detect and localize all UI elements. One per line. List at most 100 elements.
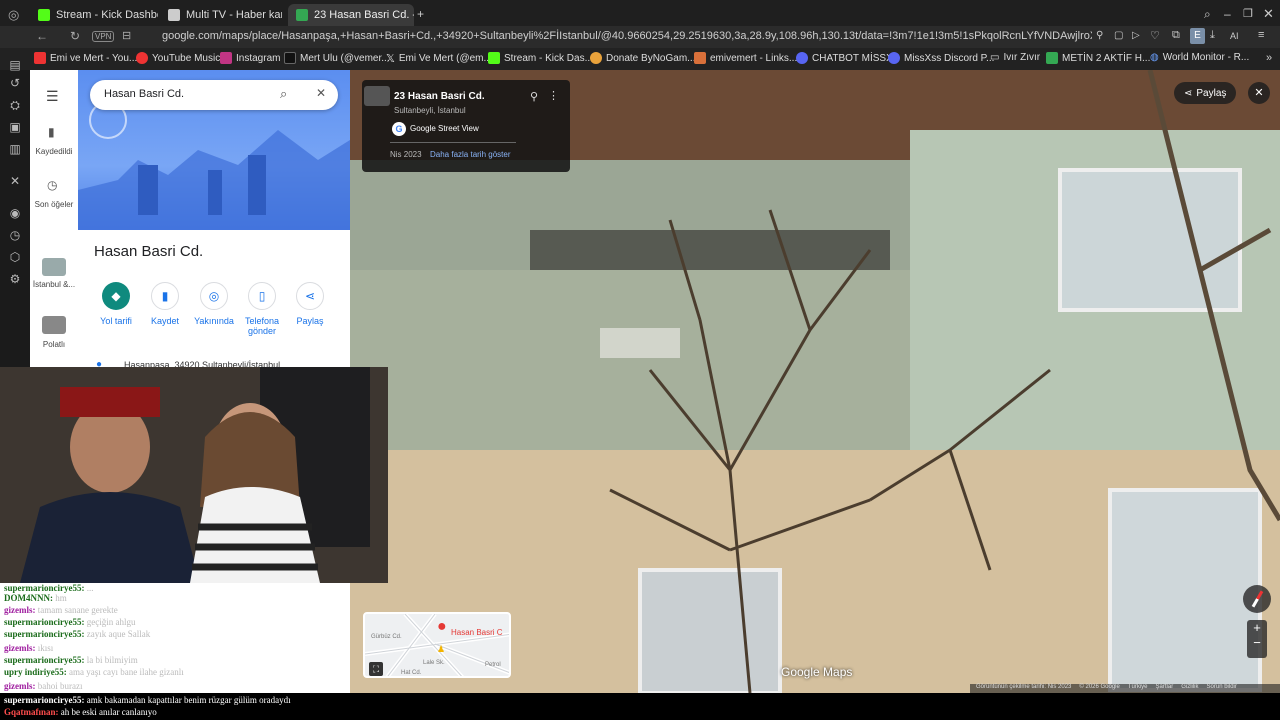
history-icon[interactable]: ↺ [8, 76, 22, 90]
bookmark-item[interactable]: MissXss Discord P... [888, 52, 994, 64]
close-street-view-icon[interactable]: ✕ [1248, 82, 1270, 104]
new-tab-button[interactable]: + [417, 7, 424, 21]
capture-date: Nis 2023 [390, 150, 422, 159]
site-info-icon[interactable]: ⊟ [122, 29, 131, 42]
ai-button[interactable]: AI [1230, 31, 1239, 41]
share-icon: ⋖ [1184, 87, 1193, 99]
record-icon[interactable]: ◉ [8, 206, 22, 220]
zoom-in-button[interactable]: + [1247, 620, 1267, 635]
bookmark-item[interactable]: emivemert - Links... [694, 52, 797, 64]
chat-message: upry indiriye55: ama yaşı cayı bane ilah… [4, 667, 184, 677]
reload-icon[interactable]: ↻ [70, 29, 80, 43]
save-button[interactable]: ▮ Kaydet [137, 282, 193, 326]
play-icon[interactable]: ▷ [1132, 30, 1140, 41]
chat-message: Gqatmafınan: ah be eski anılar canlanıyo [4, 707, 157, 717]
recent-label[interactable]: Son öğeler [32, 200, 76, 209]
istanbul-thumbnail[interactable] [42, 258, 66, 276]
folder-icon: ▭ [990, 52, 1000, 63]
report-problem-link[interactable]: Sorun bildir [1207, 684, 1237, 693]
share-street-view-button[interactable]: ⋖ Paylaş [1174, 82, 1237, 104]
profile-avatar[interactable]: E [1190, 28, 1205, 44]
expand-map-icon[interactable]: ⛶ [369, 662, 383, 676]
minimap-street: Gürbüz Cd. [371, 634, 402, 640]
vpn-badge[interactable]: VPN [92, 31, 115, 42]
bookmark-item[interactable]: ◍ World Monitor - R... [1150, 52, 1249, 63]
minimap-label: Hasan Basri C [451, 628, 503, 637]
location-pin-icon[interactable]: ⚲ [530, 90, 538, 103]
puzzle-icon[interactable]: ⬡ [8, 250, 22, 264]
bookmark-item[interactable]: Instagram [220, 52, 280, 64]
bookmark-icon[interactable]: ▮ [48, 125, 55, 139]
bookmark-item[interactable]: CHATBOT MİSSX [796, 52, 893, 64]
zoom-out-button[interactable]: − [1247, 635, 1267, 650]
terms-link[interactable]: Şartlar [1156, 684, 1174, 693]
chat-message: supermarioncirye55: zayık aque Sallak [4, 629, 151, 639]
kick-icon [38, 9, 50, 21]
more-options-icon[interactable]: ⋮ [548, 89, 559, 102]
tab-google-maps[interactable]: 23 Hasan Basri Cd. - Goog [288, 4, 414, 26]
polatli-thumbnail[interactable] [42, 316, 66, 334]
share-button[interactable]: ⋖ Paylaş [282, 282, 338, 326]
bookmark-item[interactable]: Mert Ulu (@vemer... [284, 52, 390, 64]
settings-icon[interactable]: ⚙ [8, 272, 22, 286]
wallet-icon[interactable]: ▤ [8, 58, 22, 72]
search-input[interactable]: Hasan Basri Cd. [104, 88, 184, 100]
place-panel: Hasan Basri Cd. ⌕ ✕ Hasan Basri Cd. ◆ Yo… [78, 70, 350, 370]
bookmark-icon: ▮ [151, 282, 179, 310]
hamburger-menu-icon[interactable]: ☰ [46, 88, 59, 105]
download-icon[interactable]: ⤓ [1210, 29, 1215, 42]
search-tabs-icon[interactable]: ⌕ [1204, 7, 1211, 22]
back-icon[interactable]: ← [36, 29, 48, 43]
menu-icon[interactable]: ≡ [1258, 29, 1264, 41]
polatli-label[interactable]: Polatlı [32, 340, 76, 349]
minimize-icon[interactable]: – [1224, 7, 1231, 21]
image-icon[interactable]: ▣ [8, 120, 22, 134]
compass-icon[interactable] [1243, 585, 1271, 613]
clock-icon[interactable]: ◷ [8, 228, 22, 242]
x-sidebar-icon[interactable]: ✕ [8, 174, 22, 188]
close-window-icon[interactable]: ✕ [1263, 6, 1274, 22]
tab-multi-tv[interactable]: Multi TV - Haber kanalları [160, 4, 282, 26]
minimap[interactable]: ● Hasan Basri C Gürbüz Cd. Lale Sk. Hat … [363, 612, 511, 678]
minimap-street: Hat Cd. [401, 670, 422, 676]
discord-icon [888, 52, 900, 64]
tab-label: Multi TV - Haber kanalları [186, 9, 282, 21]
m-icon[interactable]: ▥ [8, 142, 22, 156]
recent-icon[interactable]: ◷ [47, 178, 57, 192]
chat-message: gizemls: ıkısı [4, 643, 54, 653]
location-marker-icon: ● [437, 618, 447, 635]
search-box[interactable]: Hasan Basri Cd. ⌕ ✕ [90, 80, 338, 110]
kick-icon [488, 52, 500, 64]
directions-button[interactable]: ◆ Yol tarifi [88, 282, 144, 326]
maximize-icon[interactable]: ❐ [1243, 7, 1253, 20]
heart-icon[interactable]: ♡ [1150, 29, 1160, 42]
istanbul-label[interactable]: İstanbul &... [32, 280, 76, 289]
screenshot-icon[interactable]: ▢ [1114, 30, 1123, 41]
share-icon: ⋖ [296, 282, 324, 310]
search-icon[interactable]: ⌕ [280, 86, 287, 102]
thumbnail-toggle[interactable] [364, 86, 390, 106]
bookmark-item[interactable]: METİN 2 AKTİF H... [1046, 52, 1150, 64]
location-title: 23 Hasan Basri Cd. [394, 91, 485, 102]
bookmark-item[interactable]: Stream - Kick Das... [488, 52, 593, 64]
bookmarks-overflow-icon[interactable]: » [1266, 52, 1272, 64]
tab-kick-dashboard[interactable]: Stream - Kick Dashboard [30, 4, 158, 26]
bookmark-item[interactable]: YouTube Music [136, 52, 220, 64]
pin-icon[interactable]: ⚲ [1096, 30, 1103, 41]
place-title: Hasan Basri Cd. [94, 243, 204, 260]
more-dates-link[interactable]: Daha fazla tarih göster [430, 150, 511, 159]
phone-icon: ▯ [248, 282, 276, 310]
bookmark-folder[interactable]: ▭ Ivır Zıvır [990, 52, 1040, 63]
saved-label[interactable]: Kaydedildi [32, 147, 76, 156]
bookmark-item[interactable]: 𝕏 Emi Ve Mert (@em... [386, 52, 492, 65]
privacy-link[interactable]: Gizlilik [1181, 684, 1198, 693]
bookmark-item[interactable]: Emi ve Mert - You... [34, 52, 137, 64]
reading-icon[interactable]: ⛭ [8, 98, 22, 112]
sheets-icon [1046, 52, 1058, 64]
bookmark-item[interactable]: Donate ByNoGam... [590, 52, 695, 64]
country-link[interactable]: Türkiye [1128, 684, 1148, 693]
clear-search-icon[interactable]: ✕ [316, 86, 326, 100]
browser-logo-icon[interactable]: ◎ [8, 7, 19, 23]
extensions-icon[interactable]: ⧉ [1172, 29, 1180, 42]
webcam-feed [0, 367, 388, 583]
